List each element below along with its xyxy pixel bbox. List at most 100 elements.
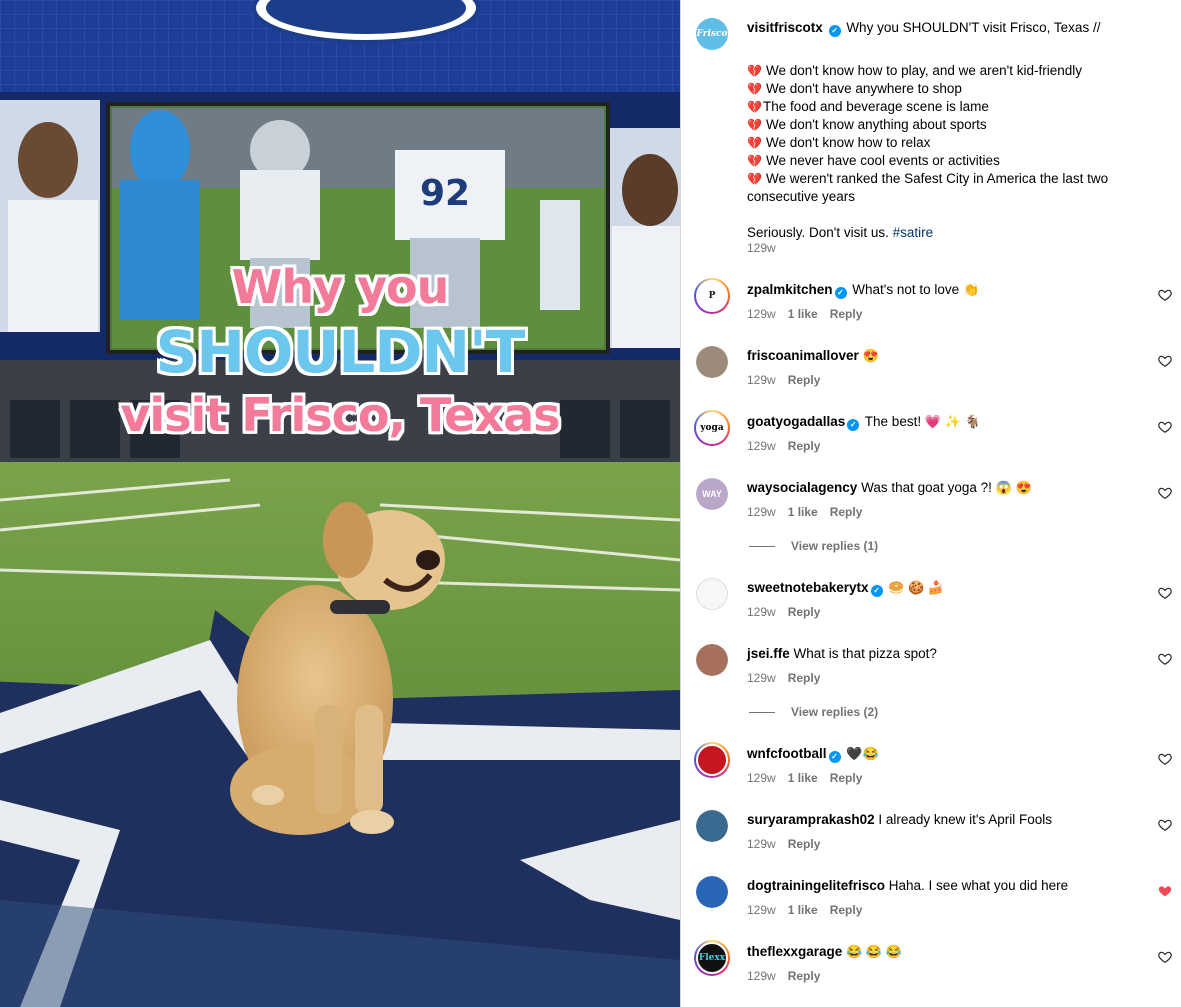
comment-time[interactable]: 129w xyxy=(747,837,776,851)
comment-time[interactable]: 129w xyxy=(747,903,776,917)
comment-time[interactable]: 129w xyxy=(747,439,776,453)
view-replies-button[interactable]: View replies (1) xyxy=(749,539,878,553)
avatar-initials: P xyxy=(708,291,716,301)
reply-button[interactable]: Reply xyxy=(788,671,821,685)
comment-meta: 129w Reply xyxy=(747,671,832,685)
verified-badge-icon: ✓ xyxy=(834,287,847,299)
broken-heart-icon: 💔 xyxy=(747,136,762,150)
reply-button[interactable]: Reply xyxy=(788,605,821,619)
comment-text-line: friscoanimallover 😍 xyxy=(747,347,1142,365)
post-username[interactable]: visitfriscotx xyxy=(747,20,823,35)
comment-emoji: 🥯 🍪 🍰 xyxy=(888,580,945,595)
comment-emoji: 😍 xyxy=(862,348,879,363)
broken-heart-icon: 💔 xyxy=(747,172,762,186)
comment-username[interactable]: theflexxgarage xyxy=(747,944,842,959)
heart-icon[interactable] xyxy=(1158,420,1172,434)
comment-time[interactable]: 129w xyxy=(747,969,776,983)
verified-badge-icon: ✓ xyxy=(828,25,841,37)
caption-line: 💔 We never have cool events or activities xyxy=(747,153,1000,168)
broken-heart-icon: 💔 xyxy=(747,64,762,78)
comment-text: The best! xyxy=(864,414,922,429)
view-replies-label: View replies (1) xyxy=(791,539,879,553)
comment-like-count[interactable]: 1 like xyxy=(788,505,818,519)
heart-icon[interactable] xyxy=(1158,288,1172,302)
reply-button[interactable]: Reply xyxy=(788,439,821,453)
reply-button[interactable]: Reply xyxy=(788,837,821,851)
comment-username[interactable]: goatyogadallas xyxy=(747,414,845,429)
comment-like-count[interactable]: 1 like xyxy=(788,771,818,785)
reply-button[interactable]: Reply xyxy=(830,307,863,321)
comment-emoji: 🖤😂 xyxy=(846,746,879,761)
view-replies-label: View replies (2) xyxy=(791,705,879,719)
heart-filled-icon[interactable] xyxy=(1158,884,1172,898)
caption-time[interactable]: 129w xyxy=(747,241,776,255)
reply-button[interactable]: Reply xyxy=(830,771,863,785)
verified-badge-icon: ✓ xyxy=(847,419,860,431)
divider xyxy=(749,545,775,547)
avatar[interactable] xyxy=(696,810,728,842)
overlay-title-line3: visit Frisco, Texas xyxy=(120,388,560,442)
overlay-title-line2: SHOULDN'T xyxy=(155,318,526,386)
comment-meta: 129w Reply xyxy=(747,969,832,983)
caption-line: 💔 We don't know how to play, and we aren'… xyxy=(747,63,1083,78)
comment-time[interactable]: 129w xyxy=(747,373,776,387)
avatar[interactable] xyxy=(696,346,728,378)
heart-icon[interactable] xyxy=(1158,950,1172,964)
avatar[interactable] xyxy=(696,578,728,610)
heart-icon[interactable] xyxy=(1158,752,1172,766)
comment-username[interactable]: sweetnotebakerytx xyxy=(747,580,869,595)
reply-button[interactable]: Reply xyxy=(788,969,821,983)
avatar[interactable]: WAY xyxy=(696,478,728,510)
comment-like-count[interactable]: 1 like xyxy=(788,307,818,321)
broken-heart-icon: 💔 xyxy=(747,82,762,96)
comment-emoji: 👏 xyxy=(962,282,980,297)
comment-meta: 129w Reply xyxy=(747,373,832,387)
comment-username[interactable]: dogtrainingelitefrisco xyxy=(747,878,885,893)
post-video-frame: 92 xyxy=(0,0,680,1007)
avatar[interactable] xyxy=(694,742,730,778)
heart-icon[interactable] xyxy=(1158,818,1172,832)
caption-closing: Seriously. Don't visit us. #satire xyxy=(747,225,934,240)
avatar[interactable]: Frisco xyxy=(696,18,728,50)
comment-emoji: 😱 😍 xyxy=(995,480,1032,495)
comment-username[interactable]: jsei.ffe xyxy=(747,646,790,661)
hashtag-link[interactable]: #satire xyxy=(893,225,934,240)
comment-text-line: goatyogadallas ✓ The best! 💗 ✨ 🐐 xyxy=(747,413,1142,431)
reply-button[interactable]: Reply xyxy=(830,505,863,519)
caption-line: 💔 We don't have anywhere to shop xyxy=(747,81,962,96)
avatar[interactable]: yoga xyxy=(694,410,730,446)
comment-username[interactable]: zpalmkitchen xyxy=(747,282,833,297)
comment-time[interactable]: 129w xyxy=(747,771,776,785)
heart-icon[interactable] xyxy=(1158,586,1172,600)
comment-time[interactable]: 129w xyxy=(747,671,776,685)
avatar[interactable] xyxy=(696,644,728,676)
comment-username[interactable]: suryaramprakash02 xyxy=(747,812,875,827)
heart-icon[interactable] xyxy=(1158,354,1172,368)
post-media[interactable]: 92 Ford Why you SHOULDN'T visit Frisco, … xyxy=(0,0,680,1007)
comment-username[interactable]: wnfcfootball xyxy=(747,746,827,761)
heart-icon[interactable] xyxy=(1158,652,1172,666)
caption-line: 💔 We don't know how to relax xyxy=(747,135,931,150)
comment-like-count[interactable]: 1 like xyxy=(788,903,818,917)
reply-button[interactable]: Reply xyxy=(830,903,863,917)
heart-icon[interactable] xyxy=(1158,486,1172,500)
avatar[interactable]: Flexx xyxy=(694,940,730,976)
comment-time[interactable]: 129w xyxy=(747,605,776,619)
comment-emoji: 💗 ✨ 🐐 xyxy=(924,414,981,429)
comments-panel[interactable]: Frisco visitfriscotx ✓ Why you SHOULDN'T… xyxy=(680,0,1181,1007)
comment-username[interactable]: friscoanimallover xyxy=(747,348,859,363)
jersey-number: 92 xyxy=(420,173,470,214)
comment-username[interactable]: waysocialagency xyxy=(747,480,857,495)
comment-time[interactable]: 129w xyxy=(747,307,776,321)
avatar[interactable]: P xyxy=(694,278,730,314)
comment-text-line: sweetnotebakerytx ✓ 🥯 🍪 🍰 xyxy=(747,579,1142,597)
caption-line: 💔 We don't know anything about sports xyxy=(747,117,987,132)
reply-button[interactable]: Reply xyxy=(788,373,821,387)
comment-meta: 129w 1 like Reply xyxy=(747,505,874,519)
caption-line: 💔The food and beverage scene is lame xyxy=(747,99,989,114)
avatar[interactable] xyxy=(696,876,728,908)
view-replies-button[interactable]: View replies (2) xyxy=(749,705,878,719)
caption-title: Why you SHOULDN'T visit Frisco, Texas // xyxy=(846,20,1101,35)
avatar-initials: yoga xyxy=(700,423,724,433)
comment-time[interactable]: 129w xyxy=(747,505,776,519)
